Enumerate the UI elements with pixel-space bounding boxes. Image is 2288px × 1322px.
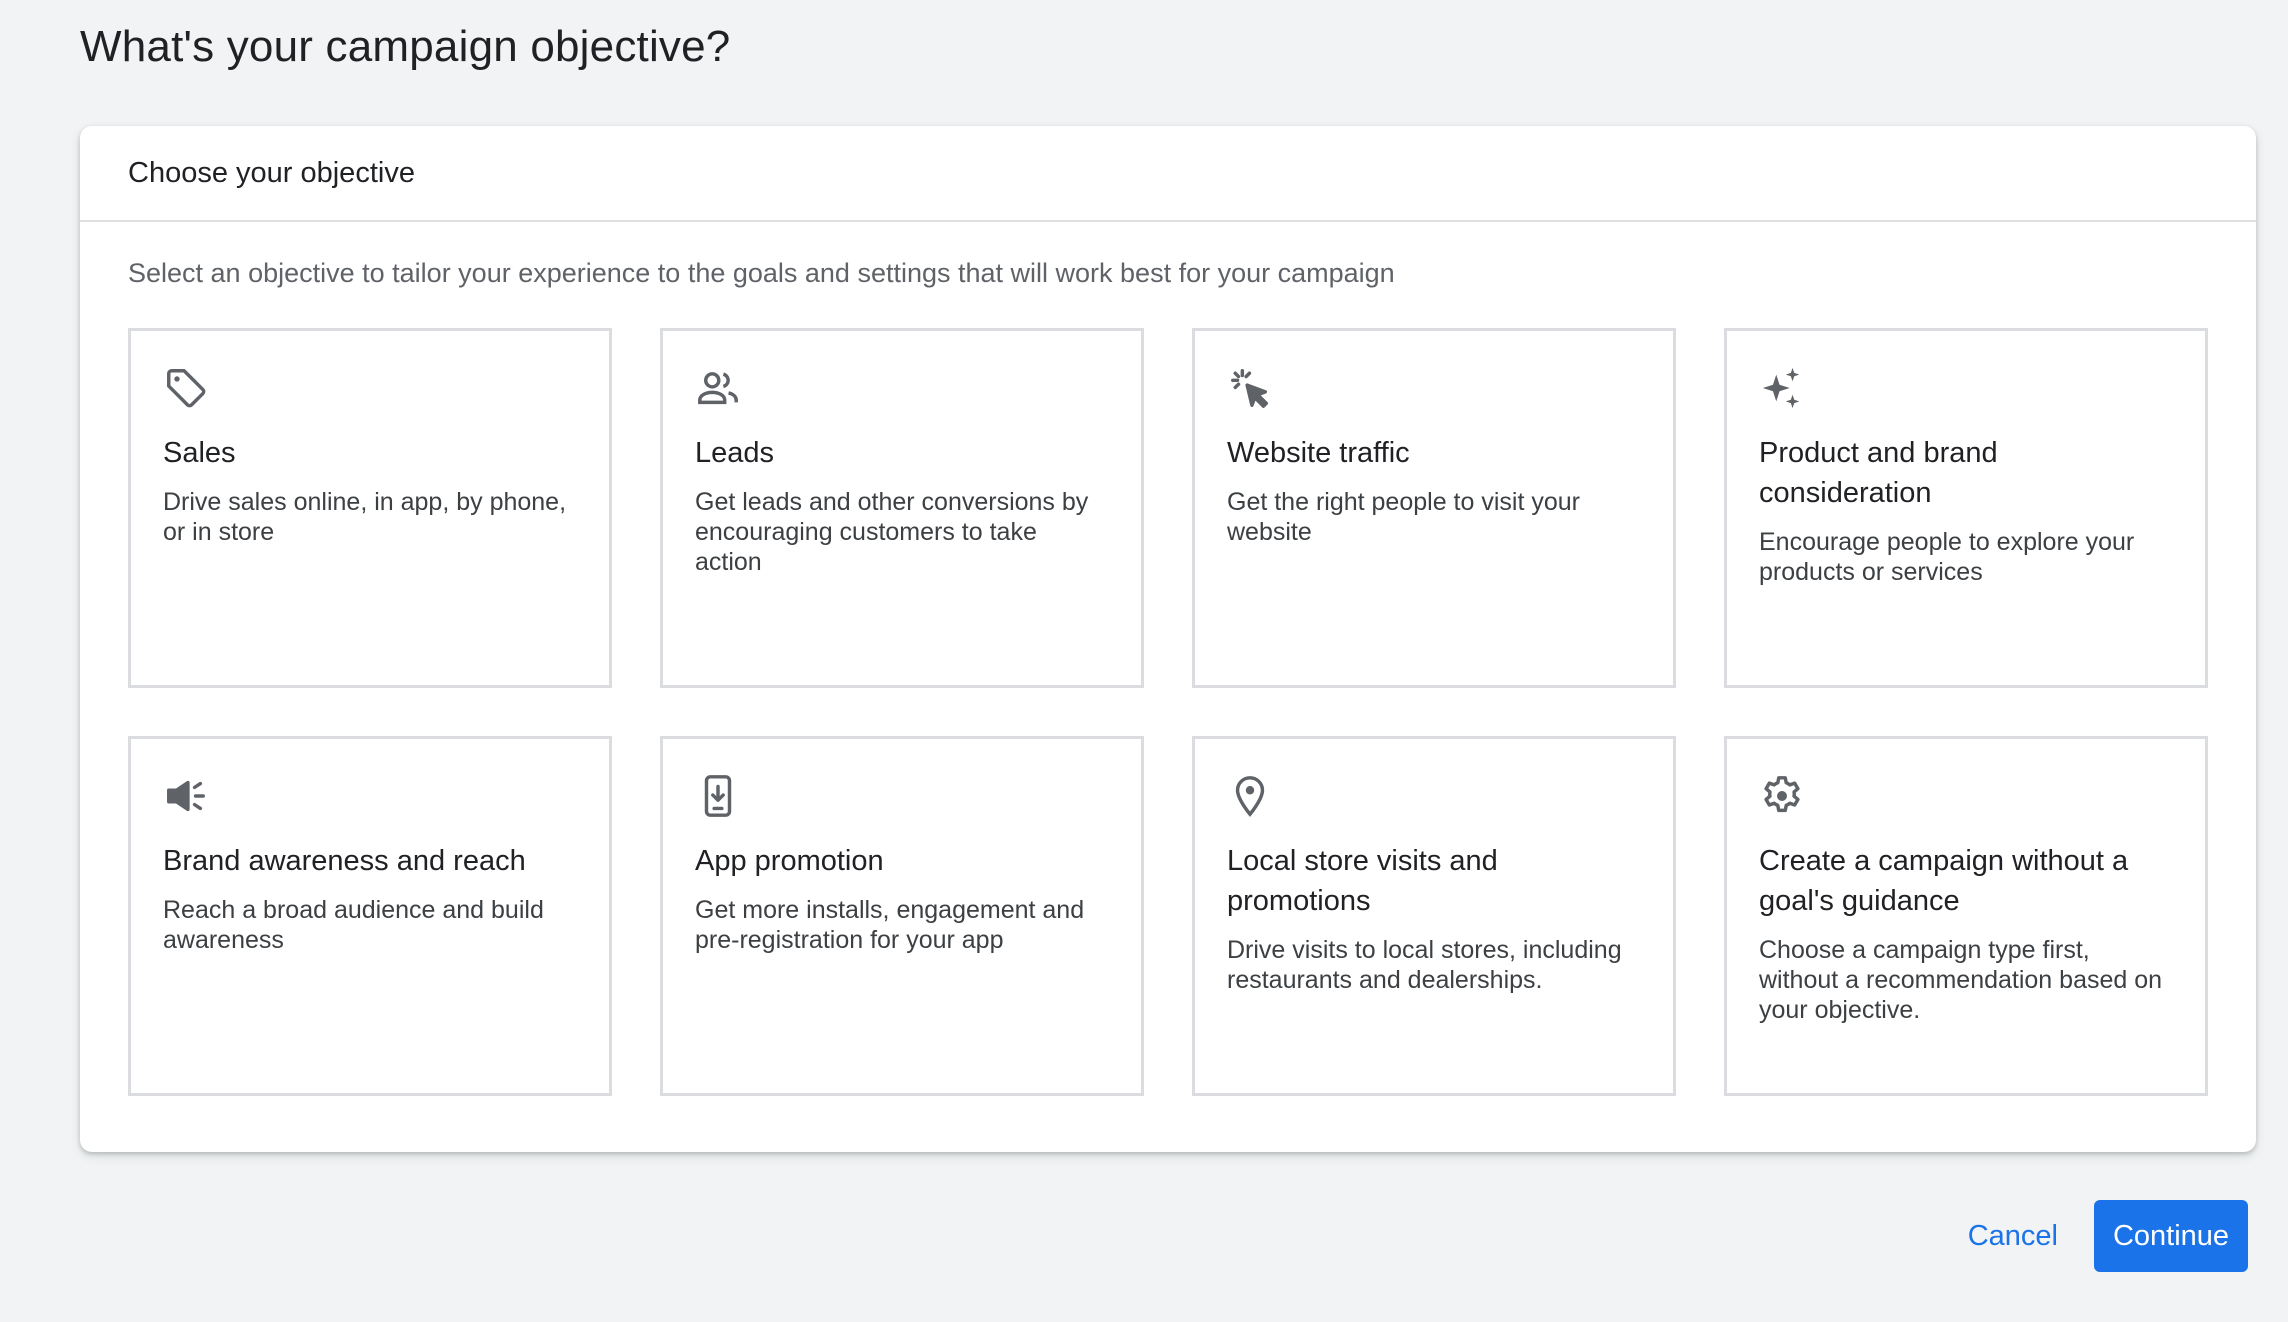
objective-tile-no-goal-guidance[interactable]: Create a campaign without a goal's guida… xyxy=(1724,736,2208,1096)
objective-title: Website traffic xyxy=(1227,437,1410,469)
tag-icon xyxy=(163,365,209,411)
card-subtitle: Select an objective to tailor your exper… xyxy=(128,258,1395,288)
objective-tile-leads[interactable]: Leads Get leads and other conversions by… xyxy=(660,328,1144,688)
objective-title: Local store visits and promotions xyxy=(1227,845,1498,917)
objective-title: Create a campaign without a goal's guida… xyxy=(1759,845,2129,917)
objective-title: Leads xyxy=(695,437,775,469)
objective-title: App promotion xyxy=(695,845,884,877)
objective-description: Drive visits to local stores, including … xyxy=(1227,936,1622,994)
objective-description: Reach a broad audience and build awarene… xyxy=(163,896,544,954)
objective-tile-website-traffic[interactable]: Website traffic Get the right people to … xyxy=(1192,328,1676,688)
people-icon xyxy=(695,365,741,411)
location-pin-icon xyxy=(1227,773,1273,819)
sparkle-icon xyxy=(1759,365,1805,411)
objective-title: Sales xyxy=(163,437,236,469)
objective-description: Get more installs, engagement and pre-re… xyxy=(695,896,1085,954)
objective-card: Choose your objective Select an objectiv… xyxy=(80,126,2256,1152)
card-header: Choose your objective xyxy=(80,126,2256,222)
megaphone-icon xyxy=(163,773,209,819)
objective-tile-local-store-visits[interactable]: Local store visits and promotions Drive … xyxy=(1192,736,1676,1096)
objective-tile-brand-awareness[interactable]: Brand awareness and reach Reach a broad … xyxy=(128,736,612,1096)
objective-grid: Sales Drive sales online, in app, by pho… xyxy=(128,328,2210,1096)
objective-description: Get the right people to visit your websi… xyxy=(1227,488,1580,546)
objective-title: Brand awareness and reach xyxy=(163,845,526,877)
cancel-button[interactable]: Cancel xyxy=(1964,1204,2062,1269)
gear-icon xyxy=(1759,773,1805,819)
objective-tile-app-promotion[interactable]: App promotion Get more installs, engagem… xyxy=(660,736,1144,1096)
objective-description: Get leads and other conversions by encou… xyxy=(695,488,1089,576)
objective-description: Choose a campaign type first, without a … xyxy=(1759,936,2163,1024)
objective-title: Product and brand consideration xyxy=(1759,437,1998,509)
cursor-click-icon xyxy=(1227,365,1273,411)
objective-tile-sales[interactable]: Sales Drive sales online, in app, by pho… xyxy=(128,328,612,688)
objective-description: Encourage people to explore your product… xyxy=(1759,528,2135,586)
phone-download-icon xyxy=(695,773,741,819)
page-title: What's your campaign objective? xyxy=(80,22,731,71)
continue-button[interactable]: Continue xyxy=(2094,1200,2248,1272)
card-header-title: Choose your objective xyxy=(128,156,415,189)
footer-actions: Cancel Continue xyxy=(1964,1200,2248,1272)
objective-tile-product-brand-consideration[interactable]: Product and brand consideration Encourag… xyxy=(1724,328,2208,688)
campaign-objective-page: What's your campaign objective? Choose y… xyxy=(0,0,2288,1322)
objective-description: Drive sales online, in app, by phone, or… xyxy=(163,488,567,546)
